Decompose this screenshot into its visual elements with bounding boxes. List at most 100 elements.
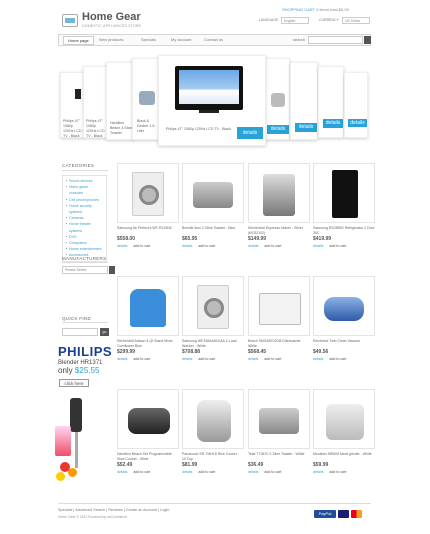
add-to-cart-link[interactable]: add to cart <box>264 244 281 248</box>
promo-only: only <box>58 366 73 375</box>
carousel-card[interactable]: details <box>318 66 344 138</box>
product-name[interactable]: Samsung RS2555S Refrigerator 2 Door 35C <box>313 226 375 235</box>
product-image[interactable] <box>248 276 310 336</box>
add-to-cart-link[interactable]: add to cart <box>264 470 281 474</box>
nav-specials[interactable]: Specials <box>141 37 156 42</box>
add-to-cart-link[interactable]: add to cart <box>133 470 150 474</box>
footer-links[interactable]: Specials | Advanced Search | Reviews | C… <box>58 508 169 512</box>
details-link[interactable]: details <box>182 357 192 361</box>
add-to-cart-link[interactable]: add to cart <box>198 470 215 474</box>
product-actions: details add to cart <box>117 470 179 474</box>
category-item[interactable]: Video game consoles <box>66 184 103 196</box>
details-link[interactable]: details <box>248 357 258 361</box>
product-image[interactable] <box>182 163 244 223</box>
product-card[interactable]: Electrolux Twin Clean Vacuum $49.56 detail… <box>313 276 375 361</box>
add-to-cart-link[interactable]: add to cart <box>198 244 215 248</box>
carousel-card[interactable]: Philips 47" 1080p 120Hz LCD TV - Black <box>60 72 84 138</box>
product-card[interactable]: Breville Ikon 2-Slice Toaster - Blue $65.… <box>182 163 244 248</box>
paypal-icon: PayPal <box>314 510 336 518</box>
product-name[interactable]: Breville Ikon 2-Slice Toaster - Blue <box>182 226 244 235</box>
product-image[interactable] <box>117 163 179 223</box>
add-to-cart-link[interactable]: add to cart <box>329 244 346 248</box>
add-to-cart-link[interactable]: add to cart <box>329 357 346 361</box>
nav-home[interactable]: Home page <box>63 36 94 45</box>
add-to-cart-link[interactable]: add to cart <box>198 357 215 361</box>
details-link[interactable]: details <box>117 470 127 474</box>
product-name[interactable]: KitchenAid Espresso Maker - Silver (KES2… <box>248 226 310 235</box>
nav-new-products[interactable]: New products <box>99 37 123 42</box>
featured-details-button[interactable]: details <box>237 127 263 139</box>
product-card[interactable]: KitchenAid Artisan 5-Qt Stand Mixer Corn… <box>117 276 179 361</box>
product-card[interactable]: KitchenAid Espresso Maker - Silver (KES2… <box>248 163 310 248</box>
manufacturer-go-button[interactable] <box>109 266 115 274</box>
product-name[interactable]: Tefal TT3670 2-Slice Toaster - White <box>248 452 310 461</box>
details-link[interactable]: details <box>248 244 258 248</box>
carousel-card[interactable]: details <box>262 58 290 140</box>
product-image[interactable] <box>182 389 244 449</box>
details-link[interactable]: details <box>182 244 192 248</box>
product-actions: details add to cart <box>182 357 244 361</box>
product-image[interactable] <box>117 389 179 449</box>
carousel-card[interactable]: details <box>290 62 318 140</box>
details-link[interactable]: details <box>117 244 127 248</box>
category-item[interactable]: Home security systems <box>66 203 103 215</box>
nav-my-account[interactable]: My account <box>171 37 191 42</box>
product-card[interactable]: Samsung Air Perfect's WF-R125NC $558.00 de… <box>117 163 179 248</box>
details-link[interactable]: details <box>117 357 127 361</box>
category-item[interactable]: Home theater systems <box>66 221 103 233</box>
product-card[interactable]: Bosch SMS40E02GB Dishwasher White $568.45… <box>248 276 310 361</box>
details-button[interactable]: details <box>323 119 343 128</box>
carousel-card[interactable]: details <box>344 72 368 138</box>
details-button[interactable]: details <box>348 119 367 127</box>
promo-cta-button[interactable]: click here <box>59 379 89 387</box>
product-image[interactable] <box>313 389 375 449</box>
language-select[interactable]: English <box>281 17 309 24</box>
add-to-cart-link[interactable]: add to cart <box>133 244 150 248</box>
product-name[interactable]: Moulinex ME605 Meat grinder - White <box>313 452 375 461</box>
search-button[interactable] <box>364 36 371 44</box>
promo-banner[interactable]: PHILIPS Blender HR1371 only $25.55 click… <box>55 344 112 498</box>
slow-cooker-icon <box>128 408 170 434</box>
carousel-card[interactable]: Philips 47" 1080p 120Hz LCD TV - Black <box>83 66 107 138</box>
quick-find-input[interactable] <box>62 328 98 336</box>
details-link[interactable]: details <box>248 470 258 474</box>
carousel-card[interactable]: Black & Decker 1.5-Liter <box>132 58 160 140</box>
product-image[interactable] <box>182 276 244 336</box>
details-button[interactable]: details <box>267 125 289 134</box>
shopping-cart-link[interactable]: SHOPPING CART <box>282 7 315 12</box>
details-link[interactable]: details <box>313 244 323 248</box>
carousel-featured-card[interactable]: Philips 47" 1080p 120Hz LCD TV - Black d… <box>158 55 266 146</box>
product-image[interactable] <box>248 389 310 449</box>
details-link[interactable]: details <box>313 357 323 361</box>
product-card[interactable]: Hamilton Beach Set Programmable Slow Coo… <box>117 389 179 474</box>
product-name[interactable]: Panasonic SR-TMH18 Rice Cooker - 10 Cup <box>182 452 244 461</box>
search-input[interactable] <box>308 36 363 44</box>
product-image[interactable] <box>313 276 375 336</box>
add-to-cart-link[interactable]: add to cart <box>264 357 281 361</box>
store-title[interactable]: Home Gear <box>82 11 141 23</box>
product-card[interactable]: Tefal TT3670 2-Slice Toaster - White $36.… <box>248 389 310 474</box>
quick-find-button[interactable]: go <box>100 328 109 336</box>
currency-select[interactable]: US Dollar <box>342 17 370 24</box>
manufacturer-select[interactable]: Please Select <box>62 266 108 274</box>
product-card[interactable]: Panasonic SR-TMH18 Rice Cooker - 10 Cup $… <box>182 389 244 474</box>
details-link[interactable]: details <box>182 470 192 474</box>
product-image[interactable] <box>313 163 375 223</box>
product-name[interactable]: Bosch SMS40E02GB Dishwasher White <box>248 339 310 348</box>
product-name[interactable]: Electrolux Twin Clean Vacuum <box>313 339 375 348</box>
details-button[interactable]: details <box>295 123 317 132</box>
product-image[interactable] <box>248 163 310 223</box>
product-name[interactable]: Samsung Air Perfect's WF-R125NC <box>117 226 179 235</box>
details-link[interactable]: details <box>313 470 323 474</box>
product-image[interactable] <box>117 276 179 336</box>
add-to-cart-link[interactable]: add to cart <box>329 470 346 474</box>
product-card[interactable]: Samsung WF338AAW/XAA 2-Load Washer - Whi… <box>182 276 244 361</box>
product-name[interactable]: KitchenAid Artisan 5-Qt Stand Mixer Corn… <box>117 339 179 348</box>
carousel-card[interactable]: Hamilton Beach 4-Slice Toaster <box>106 62 134 140</box>
product-card[interactable]: Samsung RS2555S Refrigerator 2 Door 35C $… <box>313 163 375 248</box>
product-name[interactable]: Samsung WF338AAW/XAA 2-Load Washer - Whi… <box>182 339 244 348</box>
nav-contact-us[interactable]: Contact us <box>204 37 223 42</box>
product-name[interactable]: Hamilton Beach Set Programmable Slow Coo… <box>117 452 179 461</box>
add-to-cart-link[interactable]: add to cart <box>133 357 150 361</box>
product-card[interactable]: Moulinex ME605 Meat grinder - White $59.9… <box>313 389 375 474</box>
